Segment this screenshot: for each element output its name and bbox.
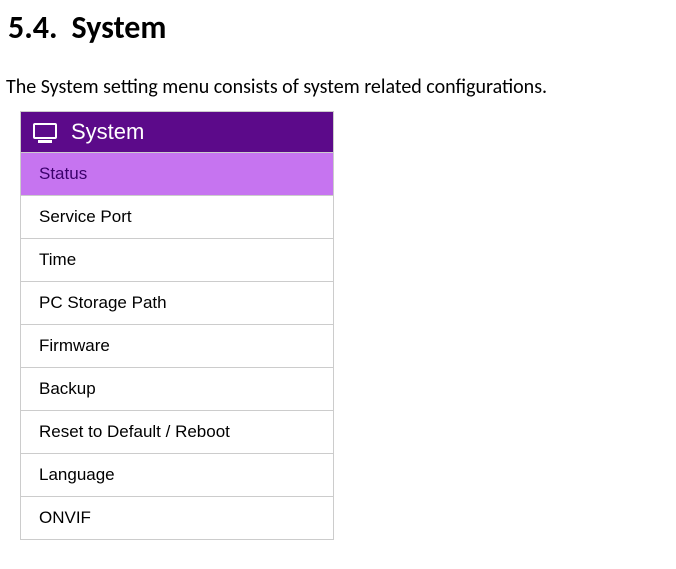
menu-item-label: Time [39,250,76,269]
menu-item-label: Firmware [39,336,110,355]
menu-item-label: Language [39,465,115,484]
menu-item-firmware[interactable]: Firmware [21,325,333,368]
menu-item-label: Status [39,164,87,183]
menu-item-onvif[interactable]: ONVIF [21,497,333,539]
menu-item-language[interactable]: Language [21,454,333,497]
menu-item-label: Service Port [39,207,132,226]
menu-item-backup[interactable]: Backup [21,368,333,411]
menu-item-status[interactable]: Status [21,153,333,196]
menu-item-label: ONVIF [39,508,91,527]
section-description: The System setting menu consists of syst… [6,75,670,99]
menu-item-label: Reset to Default / Reboot [39,422,230,441]
menu-item-label: PC Storage Path [39,293,167,312]
menu-item-label: Backup [39,379,96,398]
menu-item-pc-storage-path[interactable]: PC Storage Path [21,282,333,325]
menu-title: System [71,119,144,145]
system-menu: System Status Service Port Time PC Storage … [20,111,334,540]
menu-item-service-port[interactable]: Service Port [21,196,333,239]
monitor-icon [33,123,57,141]
section-heading: 5.4. System [6,8,670,47]
menu-item-time[interactable]: Time [21,239,333,282]
menu-item-reset-to-default-reboot[interactable]: Reset to Default / Reboot [21,411,333,454]
section-number: 5.4. [8,8,58,47]
section-title: System [72,8,167,47]
menu-header: System [21,112,333,153]
